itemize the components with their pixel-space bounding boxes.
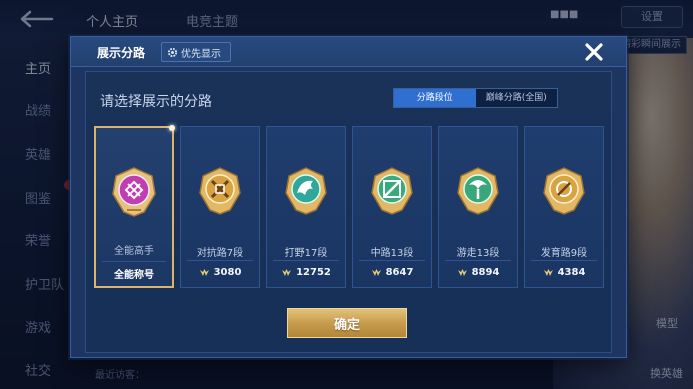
card-name: 对抗路7段 <box>196 248 244 259</box>
lane-card-jungle[interactable]: 打野17段 12752 <box>266 126 346 288</box>
tab-lane-rank[interactable]: 分路段位 <box>394 89 476 107</box>
card-name: 中路13段 <box>370 248 414 259</box>
card-divider <box>359 260 425 261</box>
lane-card-clash[interactable]: 对抗路7段 3080 <box>180 126 260 288</box>
score-icon <box>371 269 381 276</box>
card-title-label: 全能称号 <box>114 270 154 281</box>
clash-lane-emblem-icon <box>199 167 241 215</box>
card-score: 8894 <box>439 267 517 278</box>
roam-emblem-icon <box>457 167 499 215</box>
mid-lane-emblem-icon <box>371 167 413 215</box>
lane-card-farm[interactable]: 发育路9段 4384 <box>524 126 604 288</box>
display-lane-dialog: 展示分路 优先显示 请选择展示的分路 分路段位 巅峰分路(全国) 全能高手 全能… <box>70 36 627 358</box>
card-score: 8647 <box>353 267 431 278</box>
lane-card-list: 全能高手 全能称号 对抗路7段 3080 打野17段 12752 中路13段 8… <box>94 125 606 292</box>
dialog-header: 展示分路 优先显示 <box>71 37 626 67</box>
sparkle-icon <box>169 125 175 131</box>
close-button[interactable] <box>582 40 606 64</box>
card-divider <box>187 260 253 261</box>
score-icon <box>199 269 209 276</box>
close-icon <box>585 43 603 61</box>
priority-display-label: 优先显示 <box>181 48 221 60</box>
confirm-button[interactable]: 确定 <box>287 308 407 338</box>
card-score: 12752 <box>267 267 345 278</box>
card-score-value: 4384 <box>557 267 586 278</box>
lane-card-mid[interactable]: 中路13段 8647 <box>352 126 432 288</box>
dialog-body: 请选择展示的分路 分路段位 巅峰分路(全国) 全能高手 全能称号 对抗路7段 3… <box>85 71 612 353</box>
card-score-value: 12752 <box>296 267 331 278</box>
priority-display-button[interactable]: 优先显示 <box>161 42 231 62</box>
card-divider <box>531 260 597 261</box>
card-score-value: 8647 <box>385 267 414 278</box>
tab-peak-lane[interactable]: 巅峰分路(全国) <box>476 89 558 107</box>
dialog-title: 展示分路 <box>97 46 146 60</box>
lane-card-all-round[interactable]: 全能高手 全能称号 <box>94 125 175 288</box>
card-divider <box>273 260 339 261</box>
card-name: 发育路9段 <box>540 248 588 259</box>
card-name: 游走13段 <box>456 248 500 259</box>
score-icon <box>457 269 467 276</box>
card-name: 全能高手 <box>114 246 154 257</box>
all-round-emblem-icon <box>112 167 156 217</box>
score-icon <box>282 269 292 276</box>
lane-mode-switch: 分路段位 巅峰分路(全国) <box>393 88 558 108</box>
card-score-value: 3080 <box>213 267 242 278</box>
card-score: 4384 <box>525 267 603 278</box>
score-icon <box>543 269 553 276</box>
lane-card-roam[interactable]: 游走13段 8894 <box>438 126 518 288</box>
card-score-value: 8894 <box>471 267 500 278</box>
card-divider <box>102 261 166 262</box>
card-divider <box>445 260 511 261</box>
card-name: 打野17段 <box>284 248 328 259</box>
farm-lane-emblem-icon <box>543 167 585 215</box>
card-score: 3080 <box>181 267 259 278</box>
gear-icon <box>167 47 178 57</box>
dialog-subtitle: 请选择展示的分路 <box>100 94 212 110</box>
jungle-emblem-icon <box>285 167 327 215</box>
